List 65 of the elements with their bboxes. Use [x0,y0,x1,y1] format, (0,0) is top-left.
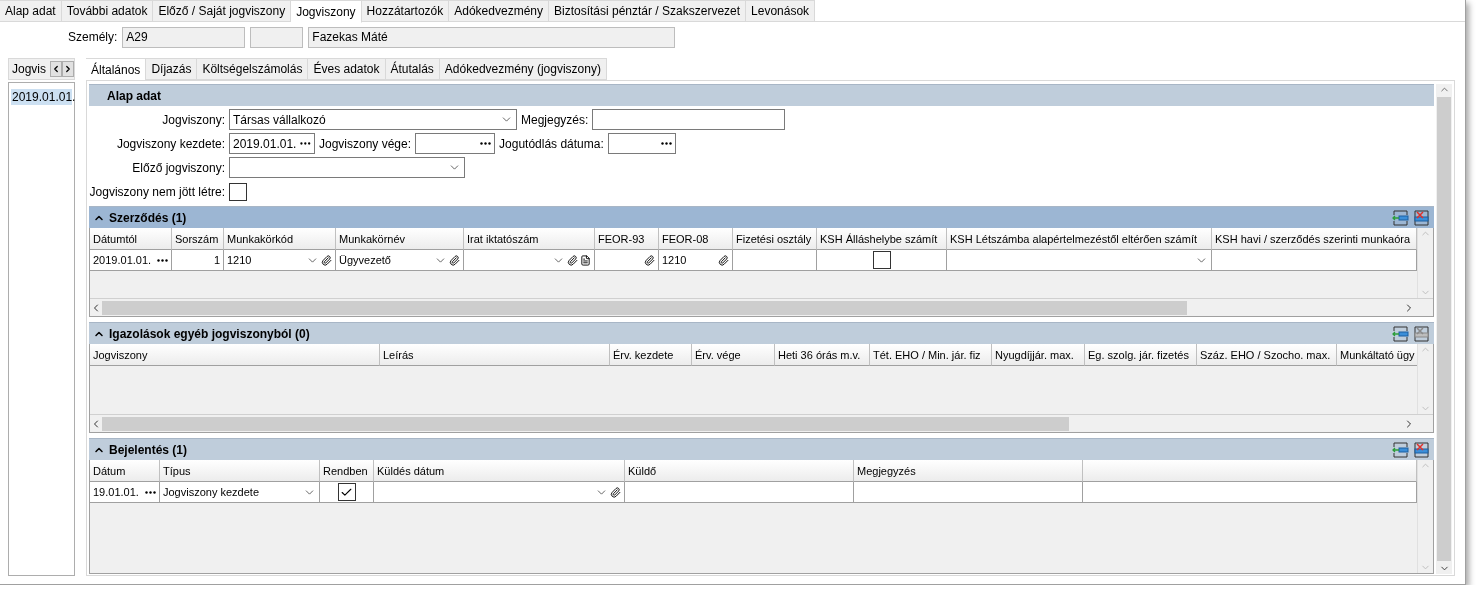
field-label: Jogviszony nem jött létre: [89,184,225,199]
field-label: Jogviszony kezdete: [115,136,225,151]
tab[interactable]: Éves adatok [308,58,386,80]
column-header[interactable]: Típus [160,460,320,482]
column-header[interactable]: Munkakörnév [336,228,464,250]
section-header[interactable]: Bejelentés (1) [89,438,1434,460]
column-header[interactable]: Sorszám [172,228,224,250]
section-header[interactable]: Szerződés (1) [89,206,1434,228]
code-field: A29 [122,26,246,48]
column-header[interactable]: Érv. vége [692,344,775,366]
date-field[interactable]: 2019.01.01. [229,133,315,154]
column-header[interactable]: Irat iktatószám [464,228,595,250]
column-header[interactable]: FEOR-08 [659,228,733,250]
column-header[interactable]: Küldő [625,460,854,482]
name-field: Fazekas Máté [308,26,676,48]
column-header[interactable]: Dátumtól [90,228,172,250]
date-cell[interactable]: 2019.01.01. [90,250,172,271]
section-header: Alap adat [89,84,1434,106]
column-header[interactable]: KSH Létszámba alapértelmezéstől eltérően számít [947,228,1212,250]
column-header[interactable]: Munkáltató ügy [1337,344,1417,366]
dropdown-cell[interactable]: 1210 [224,250,336,271]
dropdown-cell[interactable]: Jogviszony kezdete [160,482,320,503]
column-header[interactable]: Küldés dátum [374,460,625,482]
date-cell[interactable]: 19.01.01. [90,482,160,503]
tab[interactable]: Levonások [746,0,816,22]
column-header[interactable]: FEOR-93 [595,228,659,250]
list-header: Jogvis [11,62,47,76]
column-header[interactable]: Eg. szolg. jár. fizetés [1085,344,1197,366]
tab[interactable]: Jogviszony [291,0,362,23]
column-header[interactable]: Fizetési osztály [733,228,817,250]
tab[interactable]: Előző / Saját jogviszony [153,0,292,22]
field-label: Jogviszony vége: [319,136,412,151]
field-label: Jogutódlás dátuma: [499,136,604,151]
tab[interactable]: Hozzátartozók [361,0,450,22]
column-header[interactable]: Leírás [380,344,610,366]
column-header[interactable]: Munkakörkód [224,228,336,250]
field-label: Személy: [68,30,118,44]
section-header[interactable]: Igazolások egyéb jogviszonyból (0) [89,322,1434,344]
field-label: Jogviszony: [161,112,225,127]
dropdown-field[interactable]: Társas vállalkozó [229,109,517,130]
table-cell: 1 [172,250,224,271]
tab[interactable]: Biztosítási pénztár / Szakszervezet [549,0,747,22]
field-label: Megjegyzés: [521,112,589,127]
column-header[interactable]: Tét. EHO / Min. jár. fiz [870,344,992,366]
column-header[interactable]: KSH Álláshelybe számít [817,228,947,250]
column-header[interactable]: Jogviszony [90,344,380,366]
tab[interactable]: Alap adat [0,0,62,22]
column-header[interactable]: Nyugdíjjár. max. [992,344,1085,366]
column-header[interactable]: Száz. EHO / Szocho. max. [1197,344,1337,366]
field-label: Előző jogviszony: [131,160,225,175]
tab[interactable]: Díjazás [146,58,198,80]
column-header[interactable]: Heti 36 órás m.v. [775,344,870,366]
tab[interactable]: További adatok [61,0,154,22]
tab[interactable]: Adókedvezmény [449,0,549,22]
tab[interactable]: Átutalás [385,58,440,80]
tab[interactable]: Költségelszámolás [197,58,309,80]
dropdown-cell[interactable]: Ügyvezető [336,250,464,271]
table-cell[interactable]: 1210 [659,250,733,271]
column-header[interactable]: KSH havi / szerződés szerinti munkaóra [1212,228,1417,250]
column-header[interactable]: Rendben [320,460,374,482]
tab[interactable]: Általános [86,58,147,81]
column-header[interactable]: Dátum [90,460,160,482]
column-header[interactable]: Megjegyzés [854,460,1083,482]
column-header[interactable]: Érv. kezdete [610,344,692,366]
tab[interactable]: Adókedvezmény (jogviszony) [439,58,607,80]
